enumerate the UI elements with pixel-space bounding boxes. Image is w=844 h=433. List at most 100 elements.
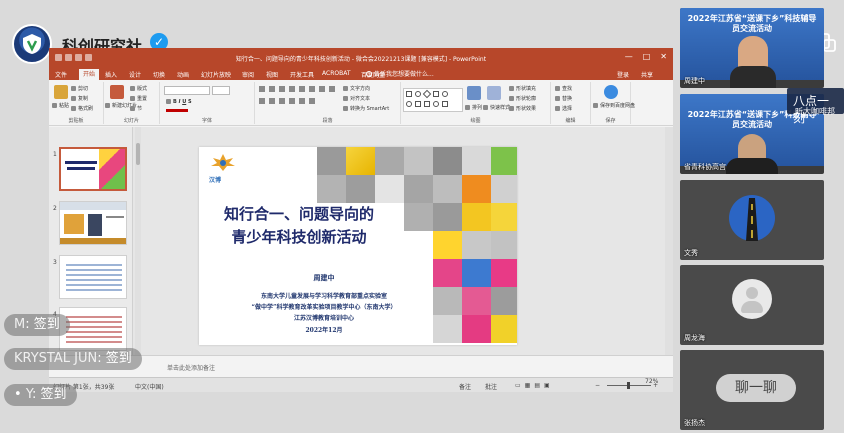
group-save: 保存到百度网盘 保存 [591, 82, 635, 124]
ppt-title-bar: 知行合一、问题导向的青少年科技创新活动 - 微合会20221213课题 [兼容模… [49, 48, 673, 68]
participant-tile-4[interactable]: 周龙海 [680, 265, 824, 345]
ppt-workspace: 1 2 3 4 [49, 127, 673, 355]
slide-date: 2022年12月 [305, 327, 343, 334]
replace-button[interactable]: 替换 [555, 95, 572, 102]
chat-bullet: • [14, 387, 26, 402]
participant-name: 张扬杰 [684, 419, 705, 427]
chat-separator: : [97, 351, 106, 366]
tab-developer[interactable]: 开发工具 [290, 70, 314, 79]
participant-tile-1[interactable]: 2022年江苏省“送课下乡”科技辅导员交流活动 周建中 [680, 8, 824, 88]
chat-button[interactable]: 聊一聊 [716, 374, 796, 402]
chat-separator: : [25, 317, 34, 332]
language-status: 中文(中国) [135, 384, 164, 391]
tab-acrobat[interactable]: ACROBAT [322, 70, 351, 77]
align-text-button[interactable]: 对齐文本 [343, 95, 370, 102]
default-avatar-icon [732, 279, 772, 319]
sign-in-link[interactable]: 登录 [617, 70, 629, 79]
ribbon: 粘贴 剪切 复制 格式刷 剪贴板 新建幻灯片 版式 重置 节 幻灯片 B I U… [49, 80, 673, 126]
arrange-button[interactable]: 排列 [465, 104, 482, 111]
slide-thumbnail-2[interactable] [59, 201, 127, 245]
slide-scrollbar[interactable] [665, 127, 673, 355]
tab-animations[interactable]: 动画 [177, 70, 189, 79]
shape-outline-button[interactable]: 形状轮廓 [509, 95, 536, 102]
tab-home[interactable]: 开始 [79, 69, 100, 80]
group-slides: 新建幻灯片 版式 重置 节 幻灯片 [104, 82, 160, 124]
text-direction-button[interactable]: 文字方向 [343, 85, 370, 92]
maximize-button[interactable]: □ [643, 52, 651, 61]
group-clipboard: 粘贴 剪切 复制 格式刷 剪贴板 [49, 82, 104, 124]
tab-design[interactable]: 设计 [129, 70, 141, 79]
group-drawing: 排列 快速样式 形状填充 形状轮廓 形状效果 绘图 [401, 82, 551, 124]
list-buttons[interactable] [259, 86, 339, 92]
quick-styles-icon [487, 86, 501, 100]
shield-logo-icon [23, 34, 41, 54]
participant-banner: 2022年江苏省“送课下乡”科技辅导员交流活动 [687, 14, 817, 33]
tab-review[interactable]: 审阅 [242, 70, 254, 79]
quick-styles-button[interactable]: 快速样式 [483, 104, 510, 111]
share-button[interactable]: 共享 [641, 70, 653, 79]
notes-pane[interactable]: 单击此处添加备注 [49, 355, 673, 377]
shape-fill-button[interactable]: 形状填充 [509, 85, 536, 92]
comments-toggle[interactable]: 批注 [485, 382, 497, 391]
new-slide-icon [110, 85, 124, 99]
zoom-level: 72% [645, 378, 659, 385]
close-button[interactable]: ✕ [660, 52, 667, 61]
find-button[interactable]: 查找 [555, 85, 572, 92]
window-controls[interactable]: — □ ✕ [625, 52, 667, 61]
thumb-number: 3 [53, 259, 57, 266]
align-buttons[interactable] [259, 98, 319, 104]
tab-slideshow[interactable]: 幻灯片放映 [201, 70, 231, 79]
save-to-baidu-button[interactable]: 保存到百度网盘 [593, 102, 635, 109]
font-size-select[interactable] [212, 86, 230, 95]
thumbnails-scrollbar[interactable] [135, 127, 141, 355]
slide-title-line1: 知行合一、问题导向的 [223, 205, 374, 223]
font-color-icon[interactable] [166, 109, 188, 112]
copy-button[interactable]: 复制 [71, 95, 88, 102]
select-button[interactable]: 选择 [555, 105, 572, 112]
shape-effects-button[interactable]: 形状效果 [509, 105, 536, 112]
logo-text: 汉博 [209, 177, 222, 184]
chat-message: M: 签到 [4, 314, 70, 336]
paste-icon [54, 85, 68, 99]
slide-thumbnail-1[interactable] [59, 147, 127, 191]
chat-user: KRYSTAL JUN [14, 351, 98, 366]
paste-button[interactable]: 粘贴 [52, 102, 69, 109]
tab-view[interactable]: 视图 [266, 70, 278, 79]
tab-insert[interactable]: 插入 [105, 70, 117, 79]
format-painter-button[interactable]: 格式刷 [71, 105, 93, 112]
zoom-out-button[interactable]: − [595, 382, 600, 389]
channel-avatar[interactable] [12, 24, 52, 64]
participant-tile-3[interactable]: 文秀 [680, 180, 824, 260]
bold-button[interactable]: B I U S [166, 99, 192, 105]
font-name-select[interactable] [164, 86, 210, 95]
zoom-slider[interactable] [607, 382, 651, 389]
convert-smartart-button[interactable]: 转换为 SmartArt [343, 105, 389, 112]
ribbon-tabs: 文件 开始 插入 设计 切换 动画 幻灯片放映 审阅 视图 开发工具 ACROB… [49, 68, 673, 80]
notes-placeholder: 单击此处添加备注 [167, 365, 216, 372]
group-label: 段落 [322, 118, 333, 124]
layout-button[interactable]: 版式 [130, 85, 147, 92]
participant-name: 省青科协高宫 [684, 163, 726, 171]
tell-me-search[interactable]: 告诉我您想要做什么... [364, 69, 484, 79]
chat-text: 签到 [40, 387, 67, 402]
arrange-icon [467, 86, 481, 100]
tab-file[interactable]: 文件 [55, 70, 67, 79]
notes-toggle[interactable]: 备注 [459, 382, 471, 391]
status-bar: 幻灯片 第1张，共39张 中文(中国) 备注 批注 ▭▦▤▣ − + [49, 377, 673, 392]
chat-message: KRYSTAL JUN: 签到 [4, 348, 142, 370]
reset-button[interactable]: 重置 [130, 95, 147, 102]
minimize-button[interactable]: — [625, 52, 633, 61]
group-label: 幻灯片 [123, 118, 139, 124]
current-slide[interactable]: 汉博 知行合一、问题导向的 青少年科技创新活动 周建中 东南大学儿童发展与学习科… [199, 147, 517, 345]
group-label: 字体 [201, 118, 212, 124]
thumb-number: 2 [53, 205, 57, 212]
shapes-gallery[interactable] [403, 88, 463, 112]
chat-message: • Y: 签到 [4, 384, 77, 406]
view-buttons[interactable]: ▭▦▤▣ [515, 382, 554, 389]
cut-button[interactable]: 剪切 [71, 85, 88, 92]
tab-transitions[interactable]: 切换 [153, 70, 165, 79]
section-button[interactable]: 节 [130, 105, 142, 112]
slide-title-line2: 青少年科技创新活动 [231, 228, 367, 246]
slide-thumbnail-3[interactable] [59, 255, 127, 299]
presenter-name: 周建中 [313, 273, 335, 282]
